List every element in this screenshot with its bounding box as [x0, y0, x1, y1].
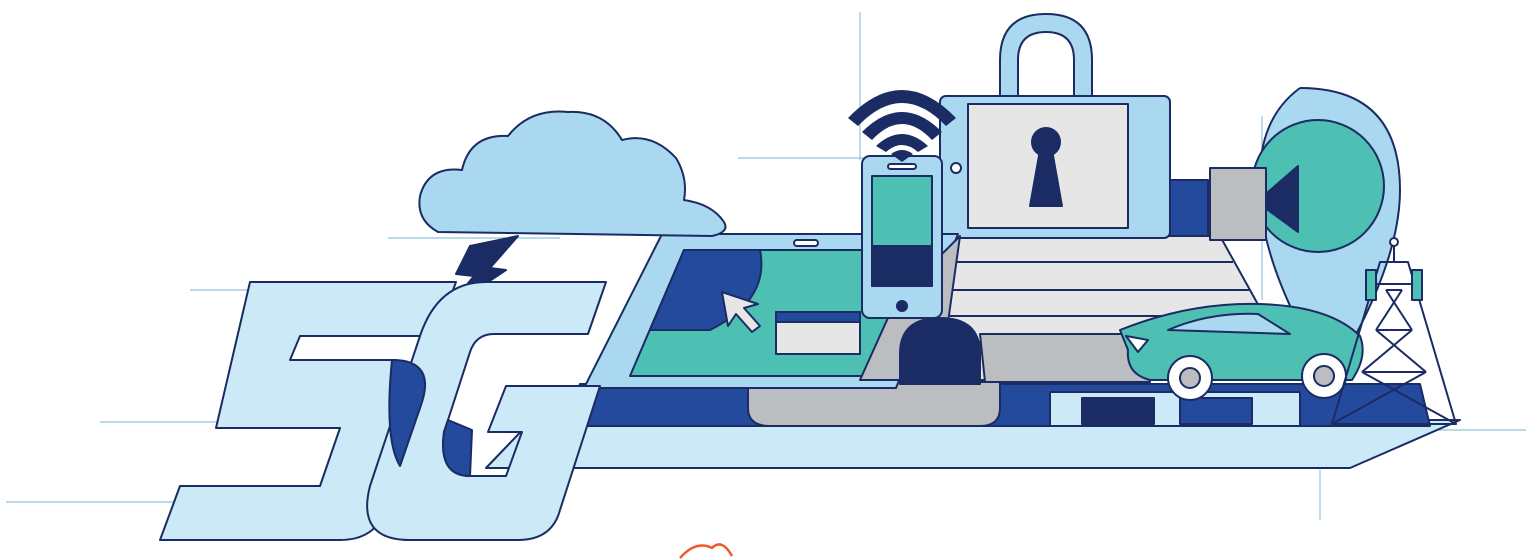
cloud-icon	[418, 110, 727, 237]
arch-shape	[899, 317, 981, 385]
5g-network-illustration	[6, 12, 1526, 559]
smartphone-icon	[861, 155, 943, 319]
padlock-icon	[939, 13, 1171, 239]
5g-logo	[159, 281, 607, 541]
accent-mark	[679, 543, 734, 559]
